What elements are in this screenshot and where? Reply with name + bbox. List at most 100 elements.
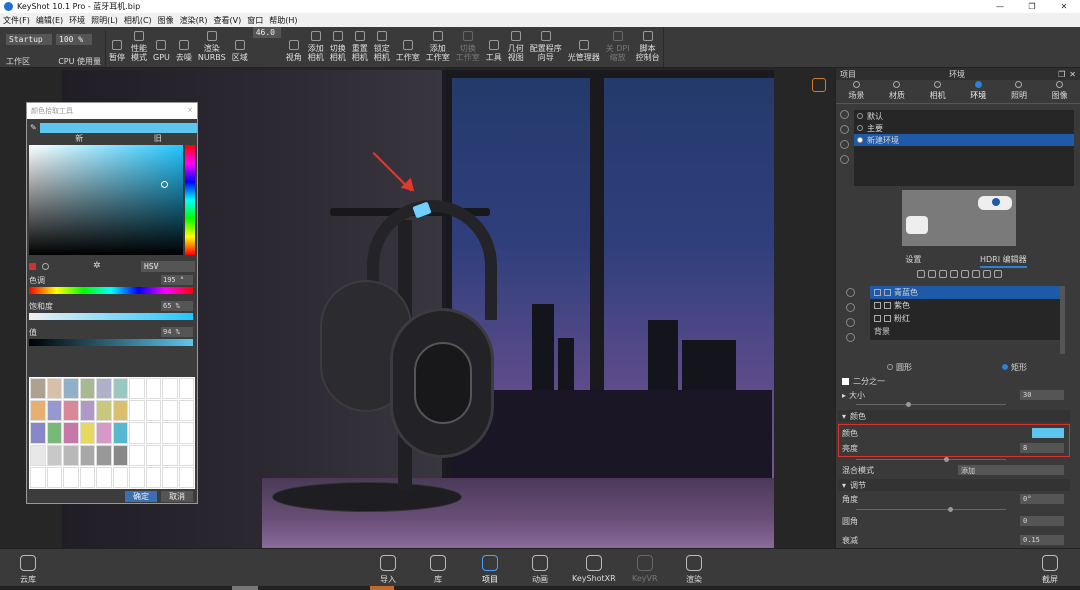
maximize-button[interactable]: ❐	[1016, 2, 1048, 11]
hdri-preview[interactable]	[902, 190, 1016, 246]
size-slider[interactable]	[856, 402, 1006, 407]
menu-lighting[interactable]: 照明(L)	[91, 15, 118, 26]
saturation-value-field[interactable]	[29, 145, 183, 255]
menu-camera[interactable]: 相机(C)	[124, 15, 152, 26]
color-swatch[interactable]	[30, 422, 46, 444]
ribbon-button-region[interactable]: 区域	[229, 27, 251, 67]
environment-item[interactable]: 主要	[854, 122, 1074, 134]
hdri-tool-icon[interactable]	[927, 270, 936, 278]
ribbon-button-add-camera[interactable]: 添加 相机	[305, 27, 327, 67]
checkbox-icon[interactable]	[874, 289, 881, 296]
subtab[interactable]: HDRI 编辑器	[980, 254, 1027, 268]
color-swatch[interactable]	[79, 422, 95, 444]
cancel-button[interactable]: 取消	[161, 491, 193, 502]
ribbon-button-switch-studio[interactable]: 切换 工作室	[453, 27, 483, 67]
ribbon-button-configurator[interactable]: 配置程序 向导	[527, 27, 565, 67]
menu-environment[interactable]: 环境	[69, 15, 85, 26]
menu-image[interactable]: 图像	[158, 15, 174, 26]
project-button[interactable]: 项目	[468, 555, 520, 590]
cloud-library-button[interactable]: 云库	[20, 555, 36, 585]
color-swatch[interactable]	[30, 444, 46, 466]
cpu-usage-select[interactable]: 100 %	[56, 34, 92, 45]
hue-value[interactable]: 195 °	[161, 275, 193, 285]
menu-render[interactable]: 渲染(R)	[180, 15, 208, 26]
color-swatch[interactable]	[145, 466, 161, 488]
slider-knob[interactable]	[944, 457, 949, 462]
ribbon-button-light-manager[interactable]: 光管理器	[565, 27, 603, 67]
color-swatch[interactable]	[145, 422, 161, 444]
color-section[interactable]: ▾ 颜色	[838, 410, 1070, 422]
tab-material[interactable]: 材质	[889, 81, 905, 101]
color-swatch[interactable]	[46, 466, 62, 488]
blend-select[interactable]: 添加	[958, 465, 1064, 475]
color-swatch[interactable]	[145, 400, 161, 422]
animation-button[interactable]: 动画	[532, 555, 548, 585]
color-swatch[interactable]	[129, 378, 145, 400]
angle-value[interactable]: 0°	[1020, 494, 1064, 504]
radio-icon[interactable]	[857, 137, 863, 143]
menu-edit[interactable]: 编辑(E)	[36, 15, 63, 26]
color-swatch[interactable]	[30, 466, 46, 488]
ribbon-button-reset-camera[interactable]: 重置 相机	[349, 27, 371, 67]
subtab[interactable]: 设置	[905, 254, 921, 268]
color-mode-select[interactable]: HSV	[141, 260, 195, 272]
color-swatch[interactable]	[178, 400, 194, 422]
ribbon-button-lock-camera[interactable]: 锁定 相机	[371, 27, 393, 67]
color-swatch[interactable]	[112, 378, 128, 400]
keyvr-button[interactable]: KeyVR	[632, 555, 658, 583]
color-swatch[interactable]	[63, 422, 79, 444]
palette-icon[interactable]	[29, 262, 36, 270]
color-swatch[interactable]	[46, 378, 62, 400]
size-value[interactable]: 30	[1020, 390, 1064, 400]
radio-icon[interactable]	[857, 125, 863, 131]
workspace-select[interactable]: Startup	[6, 34, 52, 45]
move-down-icon[interactable]	[846, 303, 855, 312]
render-button[interactable]: 渲染	[686, 555, 702, 585]
ribbon-button-add-studio[interactable]: 添加 工作室	[423, 27, 453, 67]
tab-image[interactable]: 图像	[1052, 81, 1068, 101]
minimize-button[interactable]: —	[984, 2, 1016, 11]
color-swatch[interactable]	[145, 444, 161, 466]
color-swatch[interactable]	[112, 422, 128, 444]
color-swatch[interactable]	[79, 378, 95, 400]
checkbox-icon[interactable]	[884, 302, 891, 309]
keyshotxr-button[interactable]: KeyShotXR	[572, 555, 616, 583]
color-swatch[interactable]	[96, 400, 112, 422]
checkbox-icon[interactable]	[874, 315, 881, 322]
color-swatch[interactable]	[178, 466, 194, 488]
color-swatch[interactable]	[96, 378, 112, 400]
slider-knob[interactable]	[948, 507, 953, 512]
color-swatch[interactable]	[162, 378, 178, 400]
color-swatch[interactable]	[63, 378, 79, 400]
color-swatch[interactable]	[96, 422, 112, 444]
collapse-icon[interactable]: ▾	[842, 412, 846, 421]
tab-lighting[interactable]: 照明	[1011, 81, 1027, 101]
color-swatch[interactable]	[112, 444, 128, 466]
ribbon-button-script-console[interactable]: 脚本 控制台	[633, 27, 663, 67]
ribbon-button-tools[interactable]: 工具	[483, 27, 505, 67]
gear-icon[interactable]: ✲	[93, 261, 101, 271]
color-chip[interactable]	[1032, 428, 1064, 438]
color-swatch[interactable]	[46, 400, 62, 422]
hdri-light-item[interactable]: 背景	[870, 325, 1062, 338]
saturation-slider[interactable]	[29, 313, 193, 320]
brightness-value[interactable]: 8	[1020, 443, 1064, 453]
duplicate-light-icon[interactable]	[846, 318, 855, 327]
ribbon-button-view[interactable]: 视角	[283, 27, 305, 67]
hdri-tool-icon[interactable]	[960, 270, 969, 278]
ribbon-button-nurbs[interactable]: 渲染 NURBS	[195, 27, 229, 67]
hdri-tool-icon[interactable]	[971, 270, 980, 278]
color-swatch[interactable]	[112, 466, 128, 488]
ribbon-button-switch-camera[interactable]: 切换 相机	[327, 27, 349, 67]
menu-file[interactable]: 文件(F)	[3, 15, 30, 26]
ok-button[interactable]: 确定	[125, 491, 157, 502]
color-swatch[interactable]	[112, 400, 128, 422]
hue-slider[interactable]	[29, 287, 193, 294]
eyedropper-icon[interactable]: ✎	[30, 123, 38, 133]
move-up-icon[interactable]	[846, 288, 855, 297]
color-swatch[interactable]	[46, 422, 62, 444]
environment-item[interactable]: 新建环境	[854, 134, 1074, 146]
color-swatch[interactable]	[30, 378, 46, 400]
delete-env-icon[interactable]	[840, 155, 849, 164]
color-swatch[interactable]	[63, 466, 79, 488]
